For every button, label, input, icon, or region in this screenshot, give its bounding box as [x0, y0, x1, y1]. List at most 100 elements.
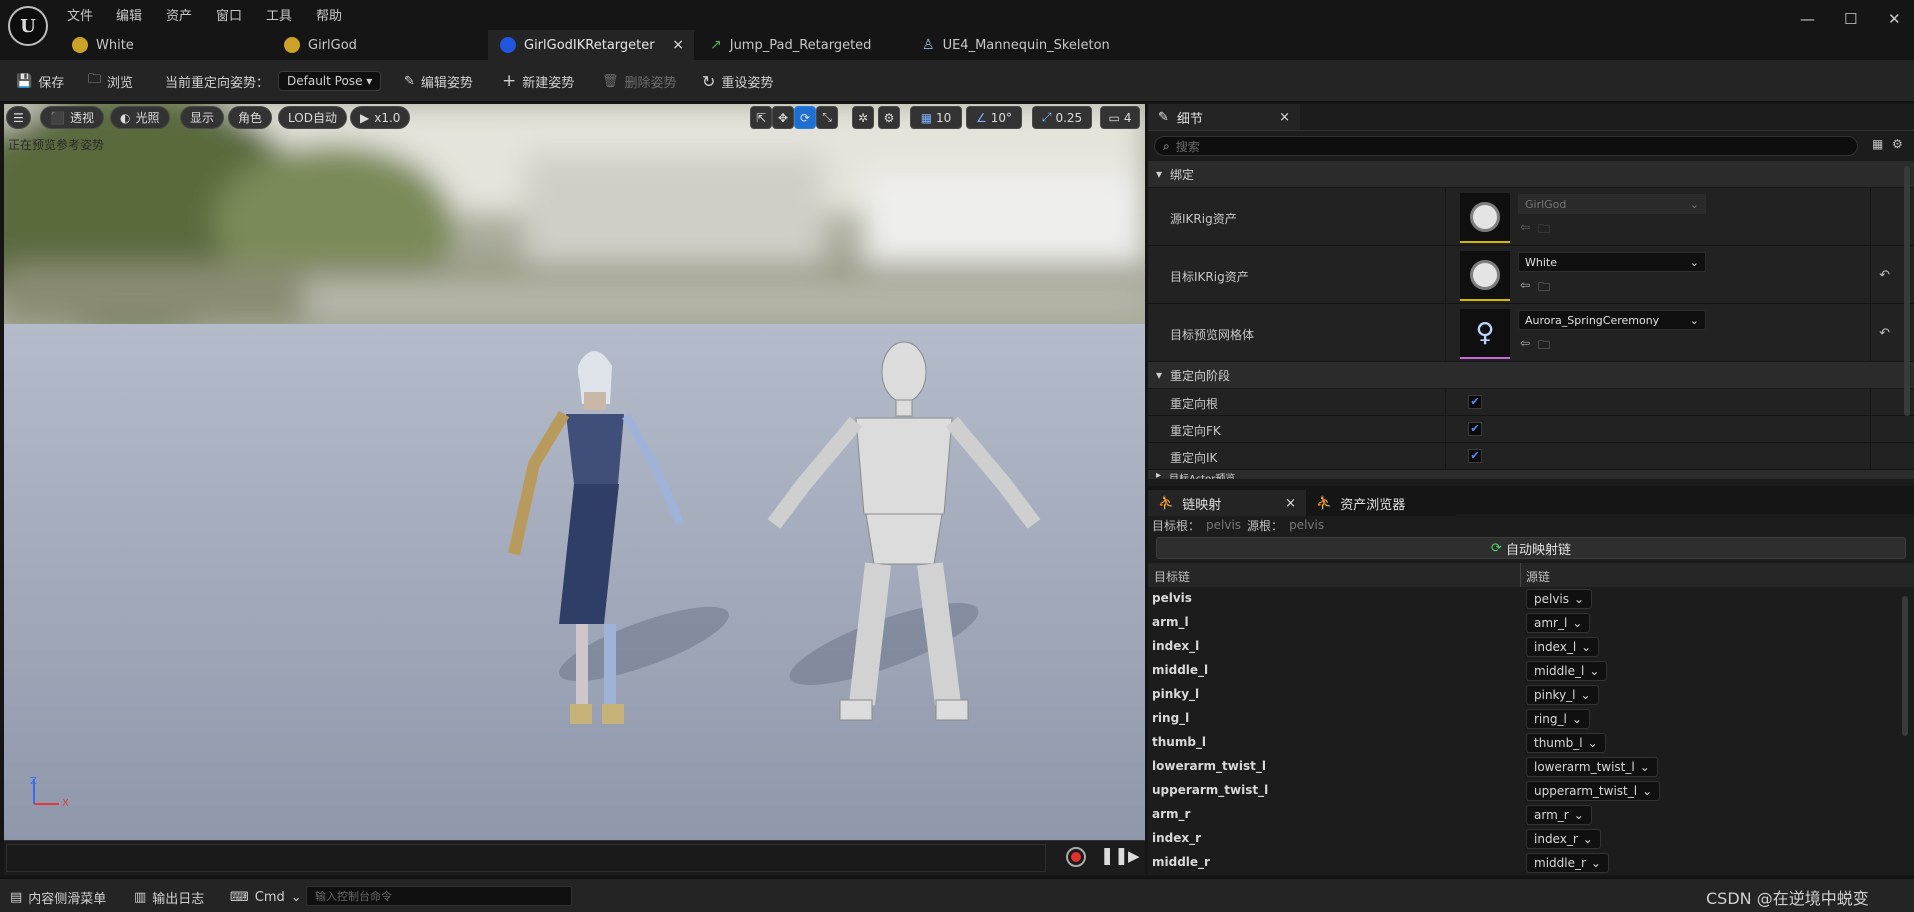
scale-snap-button[interactable]: ⤢ 0.25	[1032, 106, 1092, 129]
chain-list-scrollbar[interactable]	[1902, 596, 1908, 736]
cmd-dropdown[interactable]: ⌨ Cmd ⌄	[230, 887, 302, 907]
rotate-tool-icon[interactable]: ⟳	[794, 106, 816, 129]
source-chain-dropdown[interactable]: upperarm_twist_l ⌄	[1526, 781, 1661, 801]
source-chain-dropdown[interactable]: amr_l ⌄	[1526, 613, 1591, 633]
browse-asset-icon[interactable]: 🗀	[1538, 278, 1550, 299]
target-actor-preview-section[interactable]: ▸ 目标Actor预览	[1148, 470, 1914, 480]
pose-value: Default Pose	[287, 74, 363, 88]
tab-jump-pad-retargeted[interactable]: ↗ Jump_Pad_Retargeted	[698, 30, 908, 60]
chevron-down-icon: ⌄	[1589, 664, 1600, 678]
details-search-input[interactable]: ⌕ 搜索	[1154, 136, 1858, 156]
pose-dropdown[interactable]: Default Pose ▾	[278, 69, 382, 93]
binding-section-header[interactable]: ▾ 绑定	[1148, 161, 1914, 188]
details-tab[interactable]: ✎ 细节 ×	[1148, 104, 1300, 130]
save-button[interactable]: 💾 保存	[16, 69, 64, 93]
angle-snap-button[interactable]: ∠ 10°	[966, 106, 1022, 129]
reset-to-default-icon[interactable]: ↶	[1879, 268, 1890, 283]
content-drawer-label: 内容侧滑菜单	[28, 891, 107, 907]
details-scrollbar[interactable]	[1904, 166, 1910, 416]
tab-white[interactable]: White	[60, 30, 270, 60]
edit-pose-button[interactable]: ✎ 编辑姿势	[404, 69, 473, 93]
source-chain-dropdown[interactable]: index_r ⌄	[1526, 829, 1601, 849]
target-mesh-thumbnail[interactable]: ♀	[1460, 309, 1510, 359]
use-selected-icon[interactable]: ⇦	[1520, 336, 1530, 357]
close-window-button[interactable]: ✕	[1888, 10, 1901, 28]
viewport[interactable]: Z X ☰ ⬛ 透视 ◐ 光照 显示 角色 LOD自动 ▶ x1.0 ⇱ ✥ ⟳ ⤡ …	[4, 104, 1145, 840]
retarget-ik-checkbox[interactable]: ✔	[1468, 449, 1482, 463]
target-ikrig-dropdown[interactable]: White ⌄	[1518, 252, 1706, 272]
lighting-button[interactable]: ◐ 光照	[110, 106, 170, 129]
asset-browser-tab[interactable]: ⛹ 资产浏览器	[1306, 490, 1456, 516]
record-button[interactable]	[1066, 847, 1086, 867]
chain-row: arm_r arm_r ⌄	[1148, 803, 1900, 827]
menu-window[interactable]: 窗口	[216, 5, 242, 24]
tab-close-icon[interactable]: ×	[672, 37, 684, 53]
chain-mapping-close-icon[interactable]: ×	[1285, 496, 1296, 511]
translate-tool-icon[interactable]: ✥	[772, 106, 794, 129]
retarget-root-checkbox[interactable]: ✔	[1468, 395, 1482, 409]
settings-gear-icon[interactable]: ⚙	[1892, 137, 1903, 151]
minimize-button[interactable]: —	[1800, 10, 1815, 28]
target-ikrig-thumbnail[interactable]	[1460, 251, 1510, 301]
menu-edit[interactable]: 编辑	[116, 5, 142, 24]
pause-button[interactable]: ❚❚	[1100, 846, 1129, 866]
select-tool-icon[interactable]: ⇱	[750, 106, 772, 129]
timeline-track[interactable]	[6, 844, 1046, 872]
delete-pose-button[interactable]: 🗑 删除姿势	[602, 69, 677, 93]
new-pose-button[interactable]: + 新建姿势	[502, 69, 574, 93]
search-icon: ⌕	[1163, 138, 1170, 153]
retarget-fk-checkbox[interactable]: ✔	[1468, 422, 1482, 436]
menu-file[interactable]: 文件	[67, 5, 93, 24]
unreal-logo-icon[interactable]: U	[8, 6, 48, 46]
target-mesh-dropdown[interactable]: Aurora_SpringCeremony ⌄	[1518, 310, 1706, 330]
source-chain-dropdown[interactable]: pelvis ⌄	[1526, 589, 1593, 609]
source-chain-dropdown[interactable]: middle_l ⌄	[1526, 661, 1608, 681]
world-space-icon[interactable]: ✲	[852, 106, 874, 129]
source-chain-dropdown[interactable]: arm_r ⌄	[1526, 805, 1592, 825]
use-selected-icon[interactable]: ⇦	[1520, 220, 1530, 241]
menu-help[interactable]: 帮助	[316, 5, 342, 24]
output-log-button[interactable]: ▥ 输出日志	[134, 887, 204, 907]
source-ikrig-dropdown[interactable]: GirlGod ⌄	[1518, 194, 1706, 214]
browse-button[interactable]: 🗀 浏览	[88, 69, 133, 93]
perspective-button[interactable]: ⬛ 透视	[40, 106, 104, 129]
content-drawer-button[interactable]: ▤ 内容侧滑菜单	[10, 887, 106, 907]
source-chain-dropdown[interactable]: lowerarm_twist_l ⌄	[1526, 757, 1658, 777]
grid-snap-button[interactable]: ▦ 10	[910, 106, 962, 129]
tab-girlgod[interactable]: GirlGod	[272, 30, 486, 60]
phases-section-header[interactable]: ▾ 重定向阶段	[1148, 362, 1914, 389]
source-chain-dropdown[interactable]: thumb_l ⌄	[1526, 733, 1606, 753]
chain-mapping-tab[interactable]: ⛹ 链映射 ×	[1148, 490, 1306, 516]
maximize-button[interactable]: ☐	[1844, 10, 1857, 28]
surface-snap-icon[interactable]: ⚙	[878, 106, 900, 129]
reset-to-default-icon[interactable]: ↶	[1879, 326, 1890, 341]
camera-speed-button[interactable]: ▭ 4	[1100, 106, 1140, 129]
source-ikrig-thumbnail[interactable]	[1460, 193, 1510, 243]
view-options-icon[interactable]: ▦	[1872, 137, 1883, 151]
details-close-icon[interactable]: ×	[1279, 110, 1290, 125]
source-chain-dropdown[interactable]: ring_l ⌄	[1526, 709, 1590, 729]
source-chain-dropdown[interactable]: pinky_l ⌄	[1526, 685, 1599, 705]
console-command-input[interactable]: 输入控制台命令	[306, 886, 572, 906]
playback-speed-button[interactable]: ▶ x1.0	[350, 106, 411, 129]
details-tab-label: 细节	[1176, 111, 1203, 127]
show-button[interactable]: 显示	[180, 106, 225, 129]
browse-asset-icon[interactable]: 🗀	[1538, 220, 1550, 241]
viewport-menu-button[interactable]: ☰	[6, 106, 31, 129]
scale-tool-icon[interactable]: ⤡	[816, 106, 838, 129]
reset-pose-button[interactable]: ↻ 重设姿势	[702, 69, 773, 93]
source-chain-dropdown[interactable]: middle_r ⌄	[1526, 853, 1609, 873]
character-button[interactable]: 角色	[228, 106, 273, 129]
tab-girlgod-ikretargeter[interactable]: GirlGodIKRetargeter ×	[488, 30, 694, 60]
tab-ue4-mannequin-skeleton[interactable]: ♙ UE4_Mannequin_Skeleton	[910, 30, 1130, 60]
menu-asset[interactable]: 资产	[166, 5, 192, 24]
use-selected-icon[interactable]: ⇦	[1520, 278, 1530, 299]
step-forward-button[interactable]: ▶	[1128, 847, 1140, 865]
menu-tools[interactable]: 工具	[266, 5, 292, 24]
browse-asset-icon[interactable]: 🗀	[1538, 336, 1550, 357]
auto-map-chains-button[interactable]: ⟳ 自动映射链	[1156, 537, 1906, 559]
chain-row: pelvis pelvis ⌄	[1148, 587, 1900, 611]
lod-button[interactable]: LOD自动	[278, 106, 347, 129]
source-chain-dropdown[interactable]: index_l ⌄	[1526, 637, 1600, 657]
details-panel: ✎ 细节 × ⌕ 搜索 ▦ ⚙ ▾ 绑定 源IKRig资产 GirlGod ⌄ ⇦…	[1148, 104, 1914, 486]
